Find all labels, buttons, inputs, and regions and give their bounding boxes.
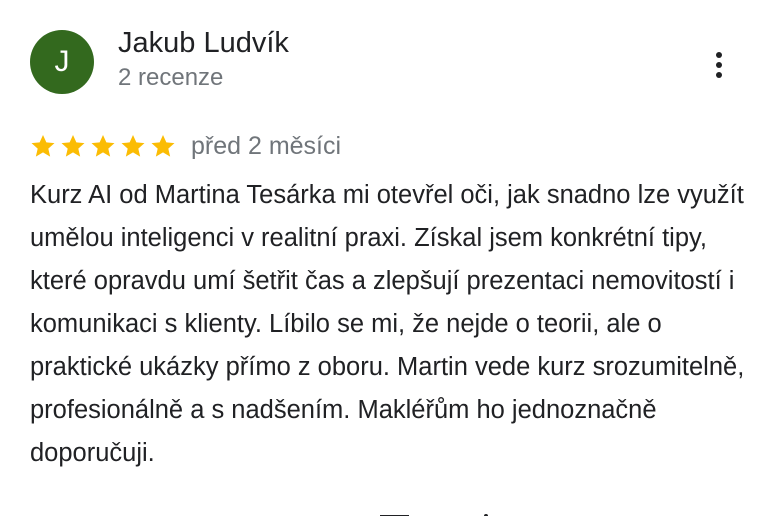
author-name[interactable]: Jakub Ludvík bbox=[118, 26, 289, 60]
next-section-fragment bbox=[380, 503, 492, 516]
star-icon bbox=[91, 134, 115, 157]
star-icon bbox=[61, 134, 85, 157]
avatar-initial: J bbox=[54, 45, 70, 78]
more-vertical-icon bbox=[716, 52, 722, 78]
rating-row: před 2 měsíci bbox=[30, 128, 341, 164]
star-rating bbox=[30, 133, 180, 159]
review-date: před 2 měsíci bbox=[191, 132, 342, 160]
review-count: 2 recenze bbox=[118, 64, 224, 91]
cut-off-text-glyphs bbox=[380, 514, 488, 516]
review-card: J Jakub Ludvík 2 recenze před 2 měsíci K… bbox=[0, 0, 772, 516]
review-text: Kurz AI od Martina Tesárka mi otevřel oč… bbox=[30, 181, 745, 467]
star-icon bbox=[31, 134, 55, 157]
more-options-button[interactable] bbox=[702, 45, 736, 85]
avatar[interactable]: J bbox=[30, 30, 94, 94]
star-icon bbox=[121, 134, 145, 157]
star-icon bbox=[151, 134, 175, 157]
